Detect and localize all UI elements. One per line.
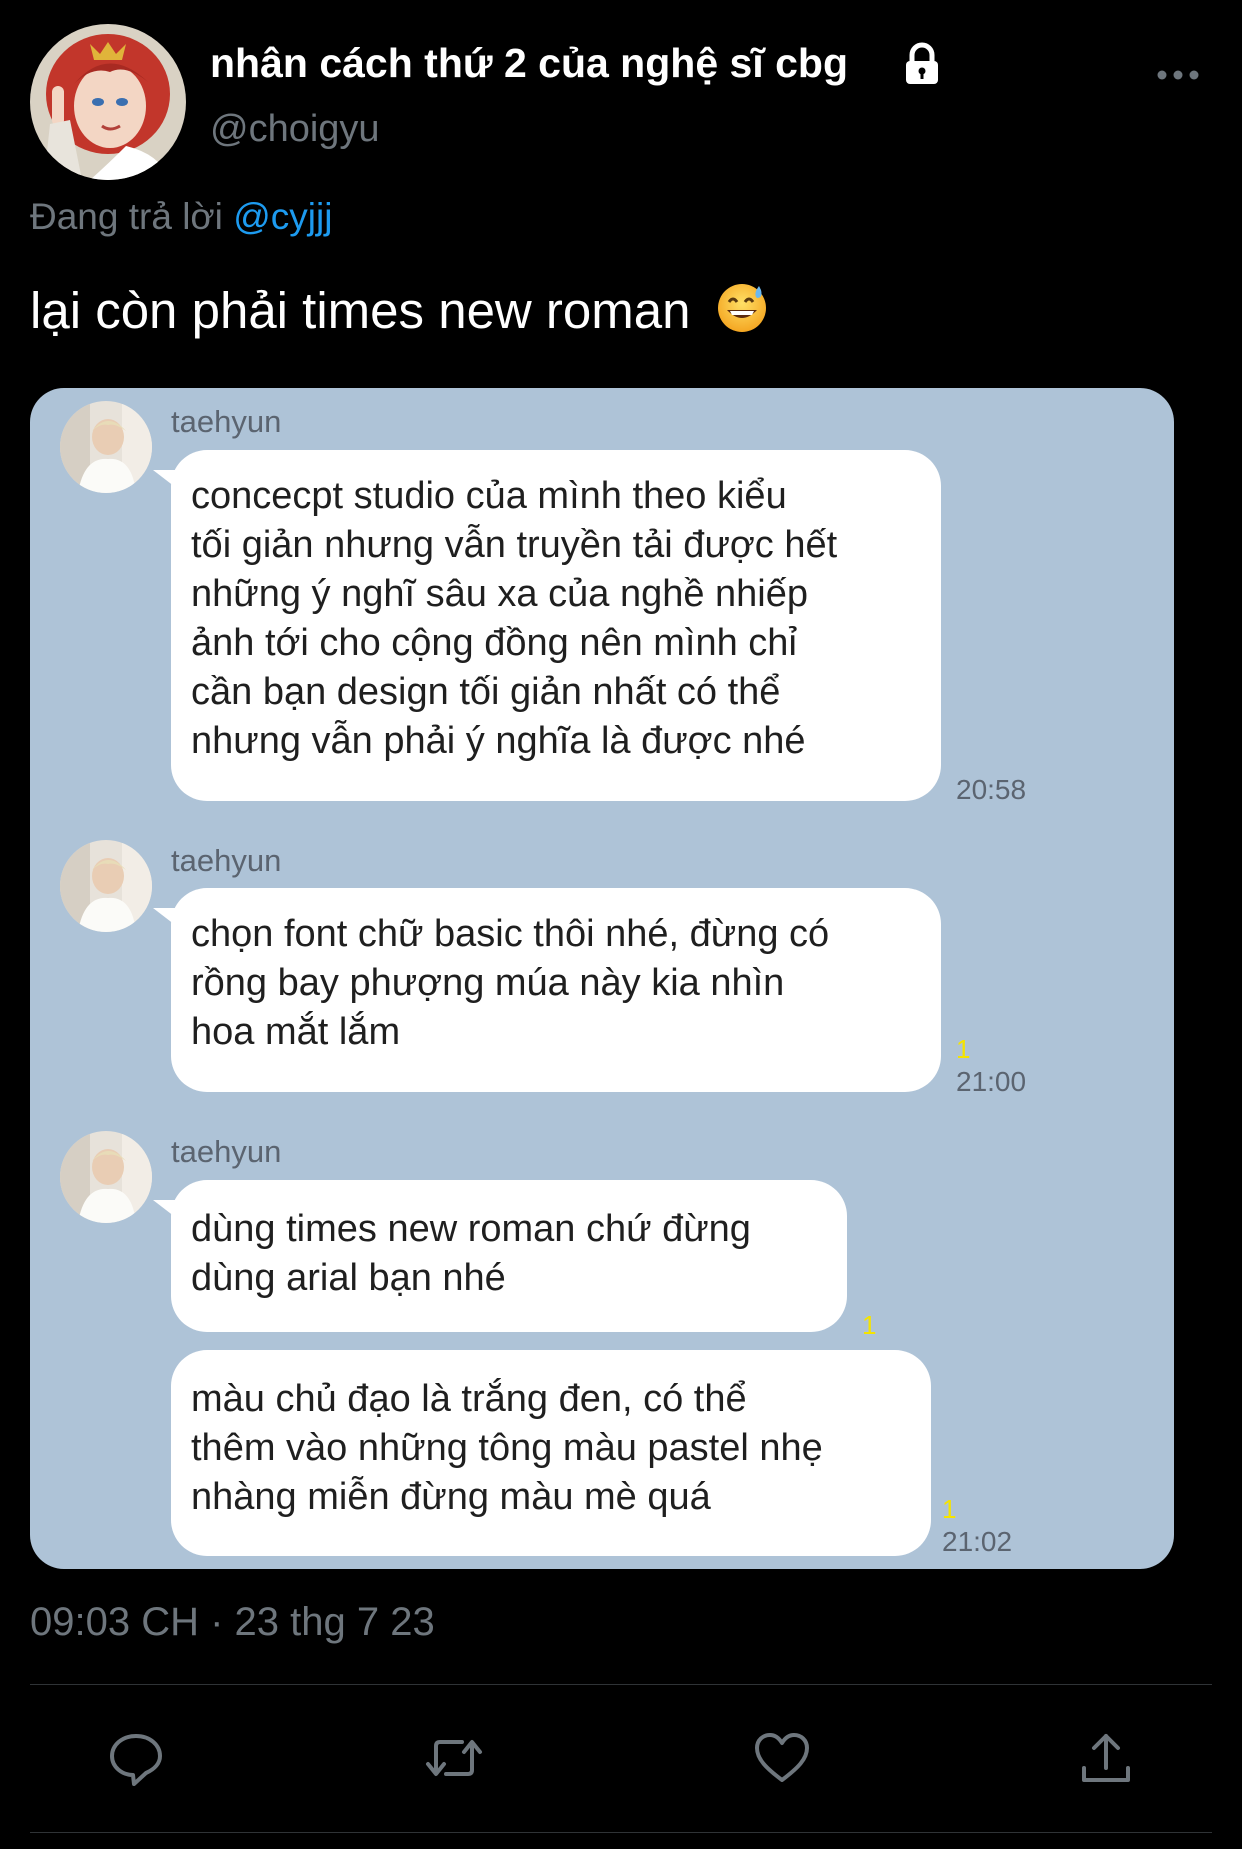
chat-bubble: chọn font chữ basic thôi nhé, đừng có rồ… [171,888,941,1092]
chat-line: chọn font chữ basic thôi nhé, đừng có [191,913,830,955]
read-receipt-count: 1 [942,1494,957,1524]
chat-avatar [60,401,152,493]
replying-to: Đang trả lời @cyjjj [30,196,332,238]
chat-bubble: concecpt studio của mình theo kiểu tối g… [171,450,941,801]
chat-line: màu chủ đạo là trắng đen, có thể [191,1378,747,1420]
chat-avatar [60,840,152,932]
tweet-timestamp[interactable]: 09:03 CH · 23 thg 7 23 [30,1600,435,1645]
tweet-text-content: lại còn phải times new roman [30,282,691,339]
chat-line: những ý nghĩ sâu xa của nghề nhiếp [191,573,809,615]
chat-sender-name: taehyun [171,404,282,439]
like-icon[interactable] [752,1728,812,1788]
chat-line: nhàng miễn đừng màu mè quá [191,1476,711,1518]
chat-line: dùng times new roman chứ đừng [191,1208,751,1250]
read-receipt-count: 1 [862,1310,877,1340]
divider [30,1832,1212,1833]
chat-line: hoa mắt lắm [191,1011,401,1053]
user-handle[interactable]: @choigyu [210,108,380,151]
chat-line: ảnh tới cho cộng đồng nên mình chỉ [191,622,797,664]
attached-image[interactable]: taehyun concecpt studio của mình theo ki… [30,388,1174,1569]
retweet-icon[interactable] [424,1728,484,1788]
divider [30,1684,1212,1685]
chat-line: thêm vào những tông màu pastel nhẹ [191,1427,823,1469]
read-receipt-count: 1 [956,1034,971,1064]
share-icon[interactable] [1076,1728,1136,1788]
replying-to-label: Đang trả lời [30,196,234,237]
chat-avatar [60,1131,152,1223]
chat-bubble: màu chủ đạo là trắng đen, có thể thêm và… [171,1350,931,1556]
reply-icon[interactable] [106,1728,166,1788]
chat-line: tối giản nhưng vẫn truyền tải được hết [191,524,838,566]
profile-avatar[interactable] [30,24,186,180]
chat-sender-name: taehyun [171,843,282,878]
chat-message-time: 21:02 [942,1526,1013,1557]
chat-message-time: 21:00 [956,1066,1027,1097]
display-name[interactable]: nhân cách thứ 2 của nghệ sĩ cbg [210,40,848,87]
tweet-text: lại còn phải times new roman [30,280,769,346]
lock-icon [900,42,944,86]
more-icon[interactable] [1154,60,1202,90]
chat-line: rồng bay phượng múa này kia nhìn [191,962,785,1004]
chat-bubble: dùng times new roman chứ đừng dùng arial… [171,1180,847,1332]
chat-line: cần bạn design tối giản nhất có thể [191,671,781,713]
chat-sender-name: taehyun [171,1134,282,1169]
reply-to-handle[interactable]: @cyjjj [233,196,332,237]
chat-line: concecpt studio của mình theo kiểu [191,475,787,517]
grinning-sweat-emoji-icon [715,280,769,346]
chat-message-time: 20:58 [956,774,1027,805]
chat-line: nhưng vẫn phải ý nghĩa là được nhé [191,720,806,762]
chat-line: dùng arial bạn nhé [191,1257,506,1299]
